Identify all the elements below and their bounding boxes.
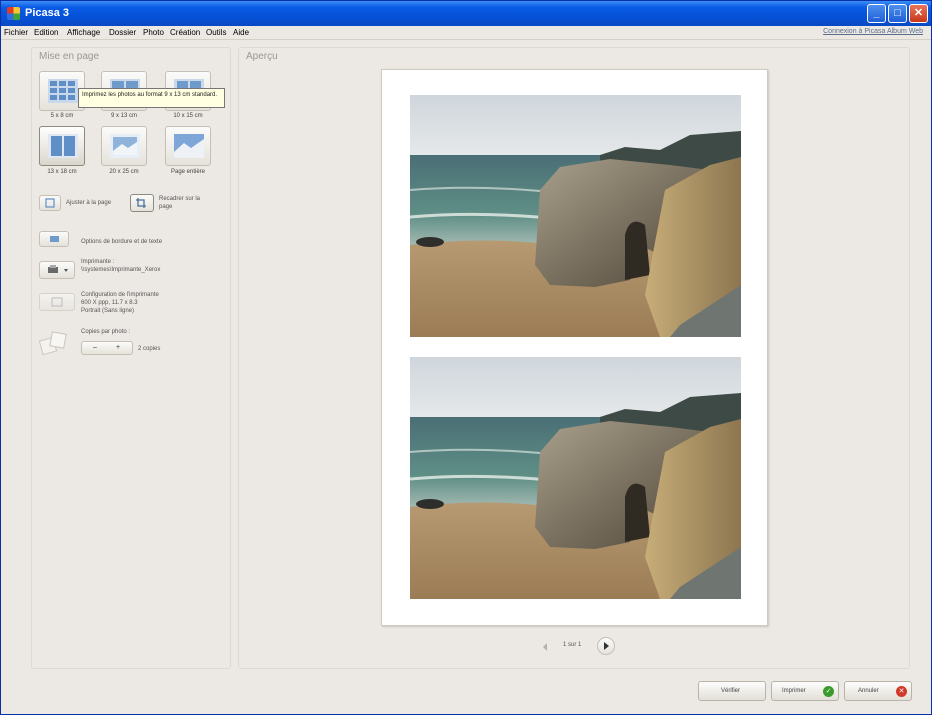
printer-select-button[interactable] xyxy=(39,261,75,279)
menu-edition[interactable]: Edition xyxy=(34,28,58,37)
printer-icon xyxy=(48,265,68,273)
layout-13x18-button[interactable] xyxy=(39,126,85,166)
copies-decrease-button[interactable]: – xyxy=(93,342,97,354)
print-button-label: Imprimer xyxy=(782,688,806,694)
review-button[interactable]: Vérifier xyxy=(698,681,766,701)
layout-10x15-label: 10 x 15 cm xyxy=(173,113,203,119)
grid-4x3-layout-icon xyxy=(48,79,78,103)
menu-affichage[interactable]: Affichage xyxy=(67,28,100,37)
copies-increase-button[interactable]: + xyxy=(116,342,120,354)
printer-name: \\systemes\Imprimante_Xerox xyxy=(81,267,161,273)
window-title: Picasa 3 xyxy=(25,7,70,19)
printer-setup-details-2: Portrait (Sans ligne) xyxy=(81,308,135,314)
layout-tooltip: Imprimez les photos au format 9 x 13 cm … xyxy=(78,88,225,108)
checkmark-icon: ✓ xyxy=(823,686,834,697)
title-bar[interactable]: Picasa 3 _ □ ✕ xyxy=(1,1,931,26)
menu-fichier[interactable]: Fichier xyxy=(4,28,28,37)
layout-20x25-button[interactable] xyxy=(101,126,147,166)
layout-full-page-button[interactable] xyxy=(165,126,211,166)
crop-to-page-button[interactable] xyxy=(130,194,154,212)
minimize-button[interactable]: _ xyxy=(867,4,886,23)
layout-5x8-label: 5 x 8 cm xyxy=(50,113,74,119)
review-button-label: Vérifier xyxy=(721,688,741,694)
page-indicator: 1 sur 1 xyxy=(563,642,582,648)
border-options-icon xyxy=(50,236,59,242)
next-page-button[interactable] xyxy=(597,637,615,655)
menu-photo[interactable]: Photo xyxy=(143,28,164,37)
preview-photo-2 xyxy=(410,357,741,599)
preview-title: Aperçu xyxy=(246,51,278,62)
crop-to-page-label: Recadrer sur la page xyxy=(159,196,201,210)
printer-setup-button[interactable] xyxy=(39,293,75,311)
previous-page-icon[interactable] xyxy=(539,641,551,653)
layout-13x18-label: 13 x 18 cm xyxy=(47,169,77,175)
layout-9x13-label: 9 x 13 cm xyxy=(110,113,137,119)
copies-stepper[interactable]: – + xyxy=(81,341,133,355)
border-text-options-label: Options de bordure et de texte xyxy=(81,239,163,245)
printer-setup-icon xyxy=(51,297,63,307)
web-album-login-link[interactable]: Connexion à Picasa Album Web xyxy=(823,28,923,35)
menu-dossier[interactable]: Dossier xyxy=(109,28,136,37)
picasa-window: Picasa 3 _ □ ✕ Fichier Edition Affichage… xyxy=(0,0,932,715)
fit-to-page-label: Ajuster à la page xyxy=(66,200,112,206)
border-text-options-button[interactable] xyxy=(39,231,69,247)
menu-outils[interactable]: Outils xyxy=(206,28,226,37)
printer-label: Imprimante : xyxy=(81,259,115,265)
layout-full-page-label: Page entière xyxy=(170,169,206,175)
full-page-layout-icon xyxy=(174,134,204,158)
preview-photo-1 xyxy=(410,95,741,337)
next-page-icon xyxy=(604,642,609,650)
crop-icon xyxy=(136,198,146,208)
two-up-layout-icon xyxy=(48,134,78,158)
fit-page-icon xyxy=(45,198,55,208)
cancel-button[interactable]: Annuler ✕ xyxy=(844,681,912,701)
print-button[interactable]: Imprimer ✓ xyxy=(771,681,839,701)
layout-20x25-label: 20 x 25 cm xyxy=(109,169,139,175)
menu-bar: Fichier Edition Affichage Dossier Photo … xyxy=(1,26,931,40)
copies-label: Copies par photo : xyxy=(81,329,131,335)
menu-creation[interactable]: Création xyxy=(170,28,200,37)
picasa-logo-icon xyxy=(7,7,20,20)
printer-setup-label: Configuration de l'imprimante xyxy=(81,292,159,298)
layout-panel-title: Mise en page xyxy=(39,51,100,62)
fit-to-page-button[interactable] xyxy=(39,195,61,211)
maximize-button[interactable]: □ xyxy=(888,4,907,23)
close-window-button[interactable]: ✕ xyxy=(909,4,928,23)
printer-setup-details-1: 600 X ppp, 11.7 x 8.3 xyxy=(81,300,138,306)
copies-value: 2 copies xyxy=(138,346,161,352)
menu-aide[interactable]: Aide xyxy=(233,28,249,37)
single-photo-layout-icon xyxy=(110,134,140,158)
copies-photos-icon xyxy=(39,331,67,356)
cancel-button-label: Annuler xyxy=(858,688,879,694)
cancel-x-icon: ✕ xyxy=(896,686,907,697)
